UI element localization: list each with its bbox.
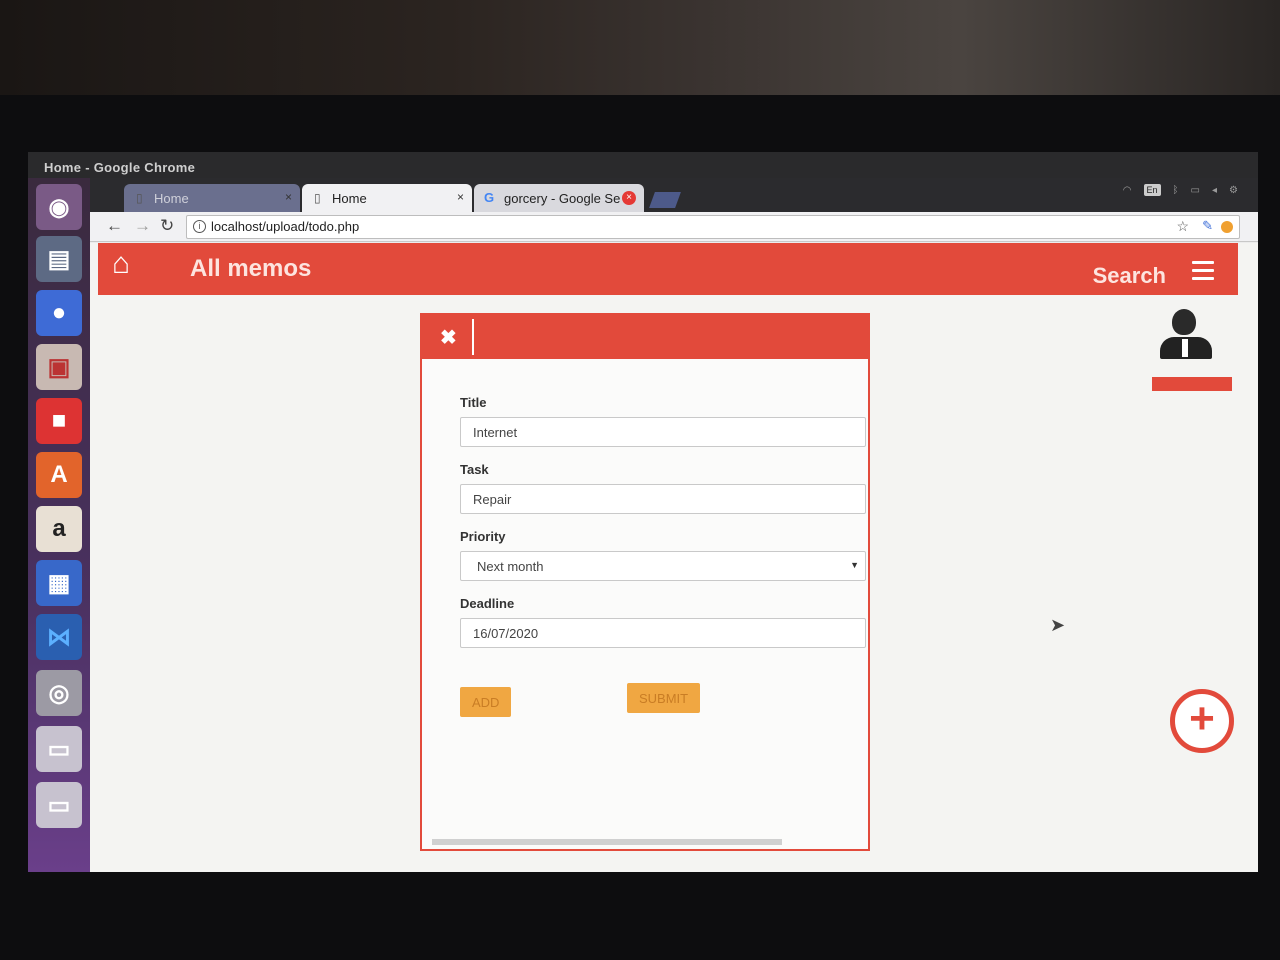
close-icon[interactable]: ✖ (440, 325, 457, 350)
launcher: ◉ ▤ ● ▣ ■ A a ▦ ⋈ ◎ ▭ ▭ (28, 178, 90, 872)
system-tray: ◠ En ᛒ ▭ ◂ ⚙ (1123, 184, 1238, 196)
priority-select[interactable]: Next month ▼ (460, 551, 866, 581)
avatar-tie (1182, 339, 1188, 357)
drive-icon[interactable]: ▭ (36, 726, 82, 772)
caret-down-icon: ▼ (850, 560, 859, 570)
tab-label: Home (154, 191, 189, 206)
bluetooth-icon[interactable]: ᛒ (1173, 185, 1179, 196)
add-button[interactable]: ADD (460, 687, 512, 717)
title-input[interactable]: Internet (460, 417, 866, 447)
horizontal-scrollbar[interactable] (432, 839, 782, 845)
extension-icon[interactable] (1221, 221, 1233, 233)
reload-icon[interactable]: ↻ (160, 216, 174, 236)
camera-icon[interactable]: ◎ (36, 670, 82, 716)
page-icon: ▯ (314, 191, 321, 205)
pen-icon[interactable]: ✎ (1202, 218, 1213, 234)
add-memo-button[interactable]: + (1170, 689, 1234, 753)
tab-bar: ▯ Home × ▯ Home × G gorcery - Google Se … (90, 178, 1258, 212)
volume-icon[interactable]: ◂ (1212, 185, 1217, 196)
deadline-label: Deadline (460, 596, 515, 611)
task-input[interactable]: Repair (460, 484, 866, 514)
vscode-icon[interactable]: ⋈ (36, 614, 82, 660)
page-title: All memos (190, 255, 312, 282)
app-header: ⌂ All memos Search (98, 243, 1238, 295)
title-label: Title (460, 395, 487, 410)
tab-label: Home (332, 191, 367, 206)
tab-home-2[interactable]: ▯ Home × (302, 184, 472, 212)
screen: Home - Google Chrome ◉ ▤ ● ▣ ■ A a ▦ ⋈ ◎… (28, 152, 1258, 872)
url-text: localhost/upload/todo.php (211, 219, 360, 234)
google-icon: G (484, 190, 495, 205)
priority-label: Priority (460, 529, 506, 544)
avatar-head (1172, 309, 1196, 335)
close-icon[interactable]: × (622, 191, 636, 205)
deadline-input[interactable]: 16/07/2020 (460, 618, 866, 648)
amazon-icon[interactable]: a (36, 506, 82, 552)
impress-icon[interactable]: ▣ (36, 344, 82, 390)
settings-icon[interactable]: ⚙ (1229, 185, 1238, 196)
writer-icon[interactable]: ▦ (36, 560, 82, 606)
avatar-bar (1152, 377, 1232, 391)
files-icon[interactable]: ▤ (36, 236, 82, 282)
tab-google-search[interactable]: G gorcery - Google Se × (474, 184, 644, 212)
windows-app-icon[interactable]: ■ (36, 398, 82, 444)
priority-value: Next month (477, 559, 544, 574)
top-panel: Home - Google Chrome (28, 152, 1258, 178)
address-bar[interactable]: i localhost/upload/todo.php ☆ ✎ (186, 215, 1240, 239)
task-label: Task (460, 462, 489, 477)
home-icon[interactable]: ⌂ (112, 247, 130, 281)
drive-icon[interactable]: ▭ (36, 782, 82, 828)
page-icon: ▯ (136, 191, 143, 205)
submit-button[interactable]: SUBMIT (627, 683, 701, 713)
tab-home-1[interactable]: ▯ Home × (124, 184, 300, 212)
close-icon[interactable]: × (457, 190, 464, 204)
tab-label: gorcery - Google Se (504, 191, 621, 206)
chrome-icon[interactable]: ● (36, 290, 82, 336)
software-center-icon[interactable]: A (36, 452, 82, 498)
avatar[interactable] (1152, 309, 1232, 377)
page: ⌂ All memos Search ✖ Title Internet Task… (90, 243, 1258, 872)
mouse-cursor-icon: ➤ (1050, 615, 1066, 635)
forward-icon[interactable]: → (134, 216, 151, 236)
new-tab-button[interactable] (649, 192, 681, 208)
battery-icon[interactable]: ▭ (1191, 185, 1200, 196)
wifi-icon[interactable]: ◠ (1123, 185, 1132, 196)
keyboard-layout[interactable]: En (1143, 184, 1161, 196)
window-title: Home - Google Chrome (44, 160, 196, 175)
search-link[interactable]: Search (1093, 263, 1166, 289)
browser-toolbar: ← → ↻ i localhost/upload/todo.php ☆ ✎ (90, 212, 1258, 242)
back-icon[interactable]: ← (106, 216, 123, 236)
info-icon[interactable]: i (193, 220, 206, 233)
dash-icon[interactable]: ◉ (36, 184, 82, 230)
modal-header: ✖ (422, 315, 868, 359)
bookmark-star-icon[interactable]: ☆ (1176, 218, 1189, 235)
close-icon[interactable]: × (285, 190, 292, 204)
hamburger-menu-icon[interactable] (1192, 261, 1214, 285)
modal-divider (472, 319, 474, 355)
memo-modal: ✖ Title Internet Task Repair Priority Ne… (420, 313, 870, 851)
